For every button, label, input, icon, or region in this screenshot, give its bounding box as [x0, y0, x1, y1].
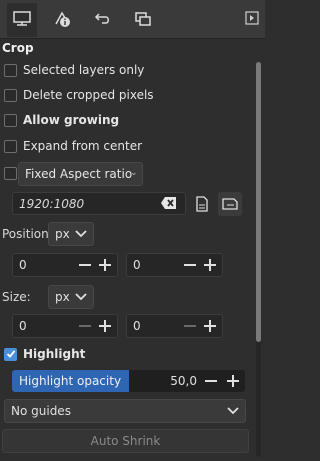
- tool-options-icon: [13, 11, 31, 26]
- fixed-aspect-label: Fixed Aspect ratio: [25, 167, 133, 181]
- highlight-label: Highlight: [23, 347, 86, 361]
- expand-from-center-checkbox[interactable]: [4, 139, 17, 153]
- allow-growing-checkbox[interactable]: [4, 113, 17, 127]
- size-width-field[interactable]: 0: [12, 314, 118, 338]
- highlight-opacity-slider[interactable]: Highlight opacity 50,0: [12, 370, 245, 392]
- position-x-field[interactable]: 0: [12, 253, 118, 277]
- size-label: Size:: [2, 290, 31, 304]
- aspect-ratio-value: 1920:1080: [19, 196, 85, 211]
- position-label: Position:: [2, 227, 53, 241]
- minus-icon: [184, 325, 196, 327]
- size-height-decrement[interactable]: [180, 316, 200, 336]
- position-y-increment[interactable]: [200, 255, 220, 275]
- highlight-opacity-label: Highlight opacity: [19, 374, 122, 388]
- size-width-value: 0: [19, 319, 27, 333]
- size-unit: px: [55, 290, 70, 304]
- minus-icon: [205, 380, 217, 382]
- tab-undo-history[interactable]: [88, 3, 118, 35]
- tab-tool-options[interactable]: [7, 3, 37, 37]
- tab-images[interactable]: [128, 3, 158, 35]
- highlight-checkbox[interactable]: [4, 347, 17, 361]
- expand-from-center-label: Expand from center: [23, 139, 143, 153]
- delete-cropped-pixels-checkbox[interactable]: [4, 88, 17, 102]
- plus-icon: [204, 259, 216, 271]
- position-unit-combo[interactable]: px: [48, 222, 94, 246]
- size-height-value: 0: [133, 319, 141, 333]
- fixed-aspect-checkbox[interactable]: [4, 167, 17, 180]
- position-unit: px: [55, 227, 70, 241]
- clear-icon: [161, 197, 176, 209]
- expand-from-center-option[interactable]: Expand from center: [4, 136, 142, 156]
- size-width-increment[interactable]: [95, 316, 115, 336]
- landscape-button[interactable]: [218, 192, 242, 216]
- plus-icon: [99, 320, 111, 332]
- device-status-icon: [55, 11, 70, 27]
- delete-cropped-pixels-label: Delete cropped pixels: [23, 88, 154, 102]
- auto-shrink-button[interactable]: Auto Shrink: [2, 429, 249, 453]
- highlight-opacity-decrement[interactable]: [201, 372, 221, 390]
- panel-menu-button[interactable]: [245, 11, 259, 25]
- minus-icon: [184, 264, 196, 266]
- minus-icon: [79, 264, 91, 266]
- chevron-down-icon: [75, 293, 87, 301]
- landscape-icon: [222, 198, 238, 210]
- size-width-decrement[interactable]: [75, 316, 95, 336]
- selected-layers-only-label: Selected layers only: [23, 63, 145, 77]
- selected-layers-only-option[interactable]: Selected layers only: [4, 60, 144, 80]
- allow-growing-option[interactable]: Allow growing: [4, 110, 119, 130]
- position-x-decrement[interactable]: [75, 255, 95, 275]
- chevron-down-icon: [227, 407, 239, 415]
- size-height-increment[interactable]: [200, 316, 220, 336]
- undo-history-icon: [94, 13, 109, 24]
- allow-growing-label: Allow growing: [23, 113, 120, 127]
- chevron-down-icon: [132, 172, 136, 176]
- highlight-opacity-value: 50,0: [170, 374, 197, 388]
- highlight-option[interactable]: Highlight: [4, 344, 85, 364]
- guides-value: No guides: [11, 404, 71, 418]
- size-unit-combo[interactable]: px: [48, 285, 94, 309]
- plus-icon: [227, 375, 239, 387]
- tool-options-title: Crop: [2, 41, 34, 55]
- portrait-button[interactable]: [190, 192, 214, 216]
- images-icon: [135, 12, 151, 26]
- position-y-field[interactable]: 0: [126, 253, 223, 277]
- panel-menu-icon: [245, 11, 259, 25]
- position-x-increment[interactable]: [95, 255, 115, 275]
- tab-device-status[interactable]: [47, 3, 77, 35]
- checkmark-icon: [6, 350, 15, 358]
- plus-icon: [204, 320, 216, 332]
- chevron-down-icon: [75, 230, 87, 238]
- fixed-aspect-combo[interactable]: Fixed Aspect ratio: [18, 162, 143, 186]
- minus-icon: [79, 325, 91, 327]
- scrollbar-thumb[interactable]: [256, 62, 261, 342]
- guides-combo[interactable]: No guides: [4, 399, 246, 423]
- clear-entry-button[interactable]: [160, 196, 178, 213]
- portrait-icon: [196, 196, 208, 212]
- plus-icon: [99, 259, 111, 271]
- dock-tab-bar: [0, 0, 265, 39]
- position-x-value: 0: [19, 258, 27, 272]
- position-y-value: 0: [133, 258, 141, 272]
- position-y-decrement[interactable]: [180, 255, 200, 275]
- selected-layers-only-checkbox[interactable]: [4, 63, 17, 77]
- size-height-field[interactable]: 0: [126, 314, 223, 338]
- highlight-opacity-increment[interactable]: [223, 372, 243, 390]
- delete-cropped-pixels-option[interactable]: Delete cropped pixels: [4, 85, 154, 105]
